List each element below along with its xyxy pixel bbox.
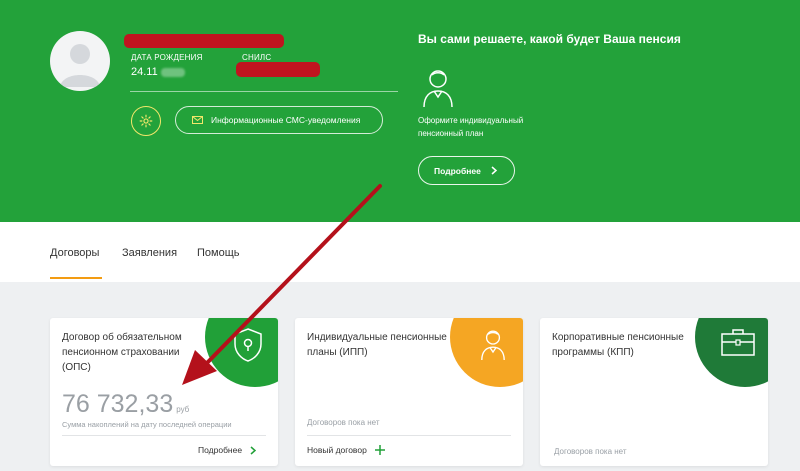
profile-header: ДАТА РОЖДЕНИЯ 24.11 СНИЛС Информационные… bbox=[0, 0, 800, 222]
sms-button-label: Информационные СМС-уведомления bbox=[211, 115, 361, 125]
avatar[interactable] bbox=[50, 31, 110, 91]
card-ops[interactable]: Договор об обязательном пенсионном страх… bbox=[50, 318, 278, 466]
card-ipp[interactable]: Индивидуальные пенсионные планы (ИПП) До… bbox=[295, 318, 523, 466]
ops-amount-value: 76 732,33 bbox=[62, 390, 174, 418]
settings-button[interactable] bbox=[131, 106, 161, 136]
kpp-empty-note: Договоров пока нет bbox=[554, 447, 627, 456]
snils-label: СНИЛС bbox=[242, 53, 272, 62]
person-icon bbox=[423, 70, 453, 108]
redacted-snils bbox=[236, 62, 320, 77]
envelope-icon bbox=[192, 116, 203, 124]
promo-more-label: Подробнее bbox=[434, 165, 481, 176]
card-kpp[interactable]: Корпоративные пенсионные программы (КПП)… bbox=[540, 318, 768, 466]
person-icon bbox=[481, 330, 505, 361]
promo-more-button[interactable]: Подробнее bbox=[418, 156, 515, 185]
ops-amount: 76 732,33 руб bbox=[62, 390, 189, 419]
active-tab-indicator bbox=[50, 277, 102, 279]
tab-bar: Договоры Заявления Помощь bbox=[0, 222, 800, 282]
shield-lock-icon bbox=[234, 328, 262, 362]
ops-details-link[interactable]: Подробнее bbox=[198, 445, 257, 455]
sms-notifications-button[interactable]: Информационные СМС-уведомления bbox=[175, 106, 383, 134]
user-silhouette-icon bbox=[60, 44, 100, 87]
briefcase-icon bbox=[721, 329, 755, 356]
tab-applications[interactable]: Заявления bbox=[122, 247, 177, 259]
card-kpp-title: Корпоративные пенсионные программы (КПП) bbox=[552, 332, 684, 358]
birth-date-value: 24.11 bbox=[131, 66, 158, 78]
tab-contracts[interactable]: Договоры bbox=[50, 247, 99, 259]
gear-icon bbox=[139, 114, 153, 128]
plus-icon bbox=[374, 445, 385, 455]
ipp-empty-note: Договоров пока нет bbox=[307, 418, 380, 427]
ops-currency: руб bbox=[176, 405, 190, 414]
redacted-name bbox=[124, 34, 284, 48]
card-ipp-title: Индивидуальные пенсионные планы (ИПП) bbox=[307, 332, 447, 358]
ipp-new-contract-label: Новый договор bbox=[307, 445, 367, 455]
card-ops-title: Договор об обязательном пенсионном страх… bbox=[62, 332, 182, 373]
birth-date-label: ДАТА РОЖДЕНИЯ bbox=[131, 53, 203, 62]
card-divider bbox=[307, 435, 511, 436]
promo-text: Оформите индивидуальный пенсионный план bbox=[418, 116, 524, 138]
chevron-right-icon bbox=[491, 166, 497, 175]
header-divider bbox=[130, 91, 398, 92]
card-divider bbox=[62, 435, 266, 436]
ops-amount-note: Сумма накоплений на дату последней опера… bbox=[62, 420, 232, 429]
chevron-right-icon bbox=[250, 445, 257, 455]
promo-title: Вы сами решаете, какой будет Ваша пенсия bbox=[418, 32, 681, 46]
ops-details-label: Подробнее bbox=[198, 445, 243, 455]
tab-help[interactable]: Помощь bbox=[197, 247, 240, 259]
ipp-new-contract-link[interactable]: Новый договор bbox=[307, 445, 385, 455]
blurred-birth-year bbox=[161, 68, 185, 77]
